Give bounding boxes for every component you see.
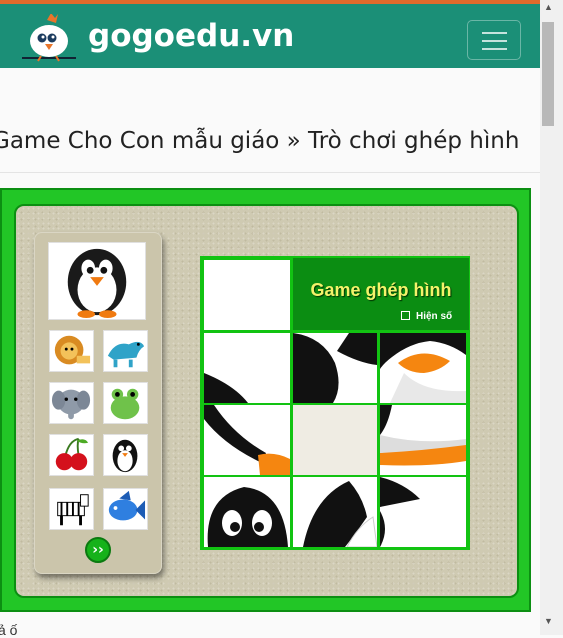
cherry-thumb-icon[interactable] <box>49 434 94 476</box>
puzzle-tile[interactable] <box>204 477 290 547</box>
scroll-thumb[interactable] <box>542 22 554 126</box>
breadcrumb[interactable]: Game Cho Con mẫu giáo » Trò chơi ghép hì… <box>0 128 519 154</box>
page-footer-text: ả ố <box>0 622 18 638</box>
penguin-preview-image <box>48 242 146 320</box>
scroll-down-icon[interactable]: ▼ <box>544 616 553 626</box>
checkbox-icon[interactable] <box>401 311 410 320</box>
show-numbers-toggle[interactable]: Hiện số <box>401 311 452 322</box>
bird-logo-icon[interactable] <box>18 13 80 64</box>
hamburger-menu-button[interactable] <box>467 20 521 60</box>
page-scrollbar[interactable]: ▲ ▼ <box>540 0 563 635</box>
fish-thumb-icon[interactable] <box>103 488 148 530</box>
puzzle-tile[interactable] <box>204 405 290 475</box>
penguin-thumb-icon[interactable] <box>103 434 148 476</box>
scroll-up-icon[interactable]: ▲ <box>544 2 553 12</box>
dinosaur-thumb-icon[interactable] <box>103 330 148 372</box>
hamburger-menu-icon <box>482 32 507 34</box>
puzzle-tile[interactable] <box>380 405 466 475</box>
game-title: Game ghép hình <box>310 280 452 300</box>
site-header: gogoedu.vn <box>0 4 540 68</box>
puzzle-tile[interactable] <box>293 333 377 403</box>
hamburger-line <box>482 48 507 50</box>
empty-puzzle-slot[interactable] <box>293 405 377 475</box>
frog-thumb-icon[interactable] <box>103 382 148 424</box>
game-title-panel: Game ghép hình Hiện số <box>293 258 469 330</box>
hamburger-line <box>482 40 507 42</box>
divider <box>0 172 540 173</box>
puzzle-tile[interactable] <box>380 333 466 403</box>
show-numbers-label: Hiện số <box>416 311 453 322</box>
lion-thumb-icon[interactable] <box>49 330 94 372</box>
next-pictures-button[interactable]: ›› <box>85 537 111 563</box>
puzzle-tile[interactable] <box>380 477 466 547</box>
zebra-thumb-icon[interactable] <box>49 488 94 530</box>
elephant-thumb-icon[interactable] <box>49 382 94 424</box>
puzzle-tile[interactable] <box>204 333 290 403</box>
site-title[interactable]: gogoedu.vn <box>88 18 294 54</box>
puzzle-tile[interactable] <box>293 477 377 547</box>
puzzle-tile[interactable] <box>204 260 290 330</box>
